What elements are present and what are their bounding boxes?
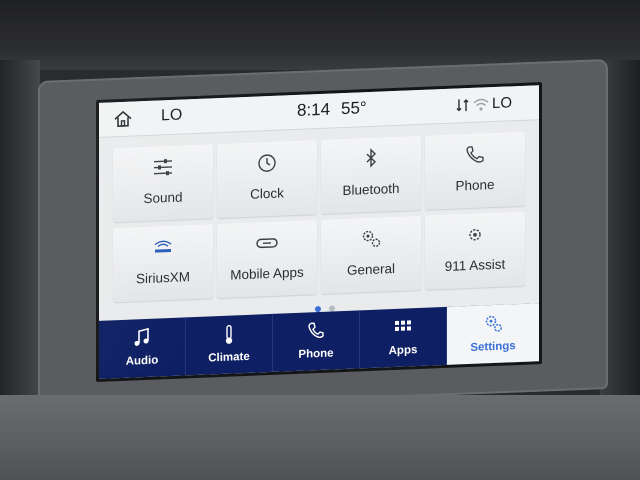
nav-climate[interactable]: Climate (186, 313, 273, 376)
nav-phone[interactable]: Phone (273, 310, 360, 372)
nav-label: Climate (208, 350, 250, 365)
tile-label: Sound (143, 189, 183, 207)
sliders-icon (154, 159, 172, 176)
tile-label: SiriusXM (135, 269, 190, 287)
dashboard-bottom (0, 395, 640, 480)
tile-bluetooth[interactable]: Bluetooth (321, 135, 421, 214)
passenger-temp[interactable]: LO (492, 94, 512, 112)
music-note-icon (134, 327, 149, 346)
nav-settings[interactable]: Settings (447, 303, 539, 365)
tile-label: Phone (455, 176, 495, 194)
nav-label: Settings (470, 340, 516, 354)
wifi-icon (473, 98, 489, 111)
tile-label: Mobile Apps (230, 264, 304, 283)
nav-label: Phone (298, 347, 334, 361)
phone-icon (308, 322, 324, 339)
nav-apps[interactable]: Apps (360, 306, 447, 369)
siriusxm-icon (154, 240, 172, 253)
dashboard-top (0, 0, 640, 70)
nav-audio[interactable]: Audio (99, 317, 186, 379)
tile-label: Clock (250, 185, 284, 202)
nav-label: Audio (125, 354, 159, 368)
signal-icon (456, 99, 469, 112)
gears-icon (485, 315, 502, 332)
infotainment-screen: LO 8:14 55° LO Sound Clock Bluetooth Pho… (96, 82, 542, 382)
phone-icon (466, 146, 484, 163)
clock-icon (258, 154, 276, 172)
thermometer-icon (225, 324, 233, 344)
home-icon[interactable] (113, 110, 133, 129)
gears-icon (362, 230, 381, 247)
apps-grid-icon (395, 320, 411, 331)
tile-911-assist[interactable]: 911 Assist (425, 211, 525, 290)
settings-grid: Sound Clock Bluetooth Phone SiriusXM Mob… (111, 128, 529, 305)
tile-mobile-apps[interactable]: Mobile Apps (217, 220, 317, 299)
assist-icon (469, 229, 481, 241)
driver-temp[interactable]: LO (161, 107, 182, 126)
link-icon (256, 238, 278, 249)
tile-siriusxm[interactable]: SiriusXM (113, 224, 213, 303)
nav-label: Apps (388, 344, 418, 358)
tile-clock[interactable]: Clock (217, 140, 317, 219)
outside-temp: 55° (341, 98, 367, 119)
tile-phone[interactable]: Phone (425, 131, 525, 210)
clock-time: 8:14 (297, 99, 331, 120)
tile-label: 911 Assist (444, 256, 506, 274)
tile-sound[interactable]: Sound (113, 144, 213, 223)
tile-label: Bluetooth (342, 180, 400, 199)
tile-label: General (346, 260, 396, 278)
tile-general[interactable]: General (321, 215, 421, 294)
bluetooth-icon (366, 148, 376, 168)
